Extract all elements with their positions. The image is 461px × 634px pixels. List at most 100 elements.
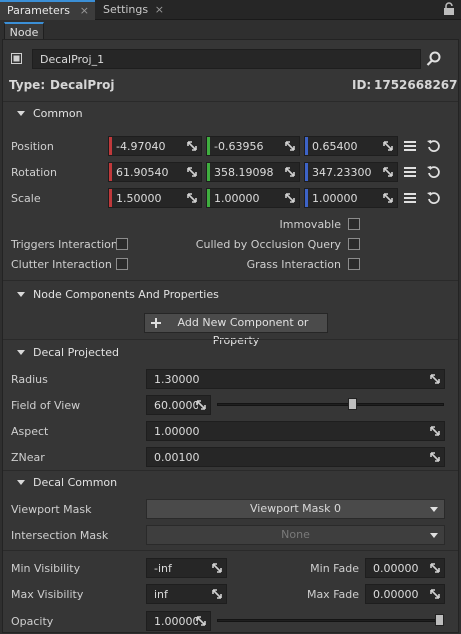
clutter-interaction-checkbox[interactable] xyxy=(116,258,128,270)
expand-handle-icon[interactable] xyxy=(382,140,394,152)
expand-handle-icon[interactable] xyxy=(429,451,441,463)
y-axis-stripe xyxy=(207,137,210,155)
expand-handle-icon[interactable] xyxy=(284,192,296,204)
expand-handle-icon[interactable] xyxy=(429,588,441,600)
section-decal-common[interactable]: Decal Common xyxy=(3,474,458,492)
rotation-z-field[interactable]: 347.23300 xyxy=(304,162,398,182)
close-icon[interactable]: × xyxy=(155,0,164,20)
expand-handle-icon[interactable] xyxy=(211,562,223,574)
expand-handle-icon[interactable] xyxy=(186,192,198,204)
expand-handle-icon[interactable] xyxy=(284,166,296,178)
lock-icon[interactable] xyxy=(443,2,455,16)
section-node-components[interactable]: Node Components And Properties xyxy=(3,286,458,304)
grass-interaction-checkbox[interactable] xyxy=(348,258,360,270)
radius-field[interactable]: 1.30000 xyxy=(146,369,445,389)
reset-icon[interactable] xyxy=(426,138,442,154)
expand-handle-icon[interactable] xyxy=(186,166,198,178)
section-common-title: Common xyxy=(33,107,83,120)
culled-by-occlusion-label: Culled by Occlusion Query xyxy=(195,238,341,251)
aspect-value: 1.00000 xyxy=(154,425,200,438)
min-visibility-field[interactable]: -inf xyxy=(146,558,227,578)
fov-value: 60.00000 xyxy=(154,399,198,412)
search-icon[interactable] xyxy=(426,51,442,67)
position-z-field[interactable]: 0.65400 xyxy=(304,136,398,156)
triggers-interaction-checkbox[interactable] xyxy=(116,238,128,250)
culled-by-occlusion-checkbox[interactable] xyxy=(348,238,360,250)
znear-field[interactable]: 0.00100 xyxy=(146,447,445,467)
node-name-value: DecalProj_1 xyxy=(40,53,105,66)
section-decal-projected[interactable]: Decal Projected xyxy=(3,344,458,362)
z-axis-stripe xyxy=(305,163,308,181)
expand-handle-icon[interactable] xyxy=(429,373,441,385)
chevron-down-icon xyxy=(430,533,438,538)
opacity-field[interactable]: 1.00000 xyxy=(146,611,211,631)
fov-slider-track[interactable] xyxy=(217,403,444,406)
znear-label: ZNear xyxy=(11,451,45,464)
divider xyxy=(3,280,458,281)
aspect-field[interactable]: 1.00000 xyxy=(146,421,445,441)
expand-handle-icon[interactable] xyxy=(186,140,198,152)
add-component-label: Add New Component or Property xyxy=(177,316,309,347)
intersection-mask-value: None xyxy=(281,528,310,541)
menu-icon[interactable] xyxy=(402,164,418,180)
tab-bar: Parameters × Settings × xyxy=(0,0,461,20)
viewport-mask-dropdown[interactable]: Viewport Mask 0 xyxy=(146,499,445,519)
expand-handle-icon[interactable] xyxy=(429,425,441,437)
rotation-y-field[interactable]: 358.19098 xyxy=(206,162,300,182)
scale-x-field[interactable]: 1.50000 xyxy=(108,188,202,208)
opacity-label: Opacity xyxy=(11,615,54,628)
min-fade-field[interactable]: 0.00000 xyxy=(365,558,445,578)
viewport-mask-label: Viewport Mask xyxy=(11,503,92,516)
scale-z-value: 1.00000 xyxy=(312,192,358,205)
tab-parameters[interactable]: Parameters × xyxy=(0,0,95,20)
fov-slider-handle[interactable] xyxy=(347,398,357,410)
node-name-field[interactable]: DecalProj_1 xyxy=(32,49,421,69)
min-fade-label: Min Fade xyxy=(310,562,359,575)
rotation-label: Rotation xyxy=(11,166,58,179)
expand-handle-icon[interactable] xyxy=(429,562,441,574)
id-value: 1752668267 xyxy=(374,78,458,92)
chevron-down-icon xyxy=(17,350,25,355)
scale-y-value: 1.00000 xyxy=(214,192,260,205)
position-y-value: -0.63956 xyxy=(214,140,264,153)
z-axis-stripe xyxy=(305,189,308,207)
expand-handle-icon[interactable] xyxy=(195,615,207,627)
immovable-label: Immovable xyxy=(279,218,341,231)
expand-handle-icon[interactable] xyxy=(195,399,207,411)
max-visibility-label: Max Visibility xyxy=(11,588,84,601)
menu-icon[interactable] xyxy=(402,190,418,206)
opacity-slider-handle[interactable] xyxy=(435,614,444,626)
expand-handle-icon[interactable] xyxy=(382,166,394,178)
close-icon[interactable]: × xyxy=(80,2,89,19)
max-visibility-field[interactable]: inf xyxy=(146,584,227,604)
chevron-down-icon xyxy=(17,111,25,116)
position-x-field[interactable]: -4.97040 xyxy=(108,136,202,156)
min-fade-value: 0.00000 xyxy=(373,562,419,575)
expand-handle-icon[interactable] xyxy=(284,140,296,152)
expand-handle-icon[interactable] xyxy=(382,192,394,204)
reset-icon[interactable] xyxy=(426,190,442,206)
menu-icon[interactable] xyxy=(402,138,418,154)
section-common[interactable]: Common xyxy=(3,105,458,123)
immovable-checkbox[interactable] xyxy=(348,218,360,230)
position-y-field[interactable]: -0.63956 xyxy=(206,136,300,156)
position-z-value: 0.65400 xyxy=(312,140,358,153)
max-fade-field[interactable]: 0.00000 xyxy=(365,584,445,604)
add-component-button[interactable]: Add New Component or Property xyxy=(144,313,328,347)
position-x-value: -4.97040 xyxy=(116,140,166,153)
expand-handle-icon[interactable] xyxy=(211,588,223,600)
scale-y-field[interactable]: 1.00000 xyxy=(206,188,300,208)
rotation-x-field[interactable]: 61.90540 xyxy=(108,162,202,182)
scale-z-field[interactable]: 1.00000 xyxy=(304,188,398,208)
intersection-mask-dropdown[interactable]: None xyxy=(146,525,445,545)
opacity-slider-track[interactable] xyxy=(217,619,444,622)
max-fade-value: 0.00000 xyxy=(373,588,419,601)
tab-node[interactable]: Node xyxy=(4,22,44,40)
fov-field[interactable]: 60.00000 xyxy=(146,395,211,415)
tab-settings[interactable]: Settings × xyxy=(96,0,170,20)
opacity-value: 1.00000 xyxy=(154,615,198,628)
reset-icon[interactable] xyxy=(426,164,442,180)
x-axis-stripe xyxy=(109,163,112,181)
z-axis-stripe xyxy=(305,137,308,155)
properties-panel: DecalProj_1 Type: DecalProj ID: 17526682… xyxy=(2,39,459,633)
